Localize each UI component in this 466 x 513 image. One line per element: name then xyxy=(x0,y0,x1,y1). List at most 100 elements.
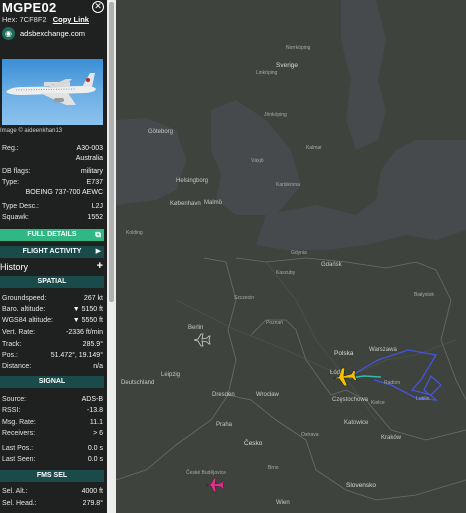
map-label: Warszawa xyxy=(369,347,397,353)
signal-key: Source: xyxy=(2,396,27,403)
chevron-right-icon: ▶ xyxy=(95,248,101,255)
aircraft-info-panel: MGPE02 ✕ Hex: 7CF8F2 Copy Link ◉ adsbexc… xyxy=(0,0,107,513)
info-row-type-name: BOEING 737-700 AEWC xyxy=(2,188,103,197)
info-row-dbflags: DB flags: military xyxy=(2,167,103,176)
map-label: Kraków xyxy=(381,435,402,441)
spatial-value: -2336 ft/min xyxy=(66,329,103,336)
close-icon[interactable]: ✕ xyxy=(92,1,104,13)
signal-value: -13.8 xyxy=(87,407,103,414)
signal-value: 11.1 xyxy=(89,419,103,426)
map-label: Kielce xyxy=(371,400,385,406)
info-row-reg: Reg.: A30-003 xyxy=(2,144,103,153)
map-label: Berlin xyxy=(188,325,204,331)
spatial-row: WGS84 altitude: ▼ 5550 ft xyxy=(2,316,103,325)
history-toggle[interactable]: History + xyxy=(0,260,104,273)
spatial-row: Track: 285.9° xyxy=(2,340,103,349)
info-key: Squawk: xyxy=(2,214,29,221)
signal-key: Last Seen: xyxy=(2,456,36,463)
spatial-key: Vert. Rate: xyxy=(2,329,36,336)
selected-aircraft-marker[interactable] xyxy=(331,366,357,388)
spatial-key: Pos.: xyxy=(2,352,18,359)
map-label: Malmö xyxy=(204,200,223,206)
spatial-row: Baro. altitude: ▼ 5150 ft xyxy=(2,305,103,314)
aircraft-photo[interactable] xyxy=(2,59,103,125)
fms-value: 279.8° xyxy=(82,500,103,507)
fms-value: 4000 ft xyxy=(81,488,103,495)
spatial-value: n/a xyxy=(93,363,103,370)
map-label: Göteborg xyxy=(148,129,174,135)
info-key: DB flags: xyxy=(2,168,31,175)
scrollbar-thumb[interactable] xyxy=(109,2,114,302)
plus-icon[interactable]: + xyxy=(97,260,103,272)
fms-row: Sel. Head.: 279.8° xyxy=(2,499,103,508)
map-label: Kalmar xyxy=(306,145,322,151)
map-canvas xyxy=(116,0,466,501)
fms-row: Sel. Alt.: 4000 ft xyxy=(2,487,103,496)
map-label: Częstochowa xyxy=(332,397,369,403)
ghost-aircraft-marker[interactable] xyxy=(192,332,212,348)
adsbexchange-text: adsbexchange.com xyxy=(20,28,86,38)
map-label: Česko xyxy=(244,440,263,447)
signal-key: Receivers: xyxy=(2,430,36,437)
spatial-value: 285.9° xyxy=(82,341,103,348)
map-view[interactable]: Sverige Göteborg Helsingborg København M… xyxy=(116,0,466,513)
signal-row: Last Pos.: 0.0 s xyxy=(2,444,103,453)
flight-activity-label: FLIGHT ACTIVITY xyxy=(22,248,82,255)
fms-key: Sel. Head.: xyxy=(2,500,37,507)
map-label: Lublin xyxy=(416,396,430,402)
info-value: military xyxy=(80,168,103,175)
spatial-row: Pos.: 51.472°, 19.149° xyxy=(2,351,103,360)
map-label: Karlskrona xyxy=(276,182,300,188)
map-label: København xyxy=(170,201,201,207)
map-label: Linköping xyxy=(256,70,278,76)
map-label: Wien xyxy=(276,500,290,506)
spatial-key: WGS84 altitude: xyxy=(2,317,53,324)
track-blue xyxy=(353,349,442,401)
spatial-value: 51.472°, 19.149° xyxy=(50,352,103,359)
map-label: Kaszuby xyxy=(276,270,296,276)
signal-row: Last Seen: 0.0 s xyxy=(2,455,103,464)
photo-credit: Image © aideenkhan13 xyxy=(0,128,63,134)
aircraft-callsign: MGPE02 xyxy=(2,0,57,15)
map-label: Helsingborg xyxy=(176,178,209,184)
map-label: Sverige xyxy=(276,62,299,69)
signal-row: Msg. Rate: 11.1 xyxy=(2,418,103,427)
map-label: Białystok xyxy=(414,292,435,298)
hex-row: Hex: 7CF8F2 Copy Link xyxy=(2,15,89,24)
copy-link-button[interactable]: Copy Link xyxy=(53,15,89,24)
map-label: Praha xyxy=(216,422,233,428)
section-header-spatial[interactable]: SPATIAL xyxy=(0,276,104,288)
info-value: E737 xyxy=(86,179,103,186)
info-key: Type: xyxy=(2,179,20,186)
full-details-button[interactable]: FULL DETAILS ⧉ xyxy=(0,229,104,241)
hex-value: 7CF8F2 xyxy=(19,15,47,24)
map-label: Jönköping xyxy=(264,112,287,118)
map-label: Gdańsk xyxy=(321,262,342,268)
signal-key: Last Pos.: xyxy=(2,445,34,452)
flight-activity-button[interactable]: FLIGHT ACTIVITY ▶ xyxy=(0,246,104,258)
history-label: History xyxy=(0,262,29,272)
other-aircraft-marker[interactable] xyxy=(204,476,226,494)
adsbexchange-link[interactable]: ◉ adsbexchange.com xyxy=(2,26,85,40)
map-label: Gdynia xyxy=(291,250,307,256)
section-header-fms[interactable]: FMS SEL xyxy=(0,470,104,482)
signal-value: > 6 xyxy=(93,430,103,437)
map-label: Radom xyxy=(384,380,401,386)
sidebar-scrollbar[interactable] xyxy=(107,0,116,513)
fms-key: Sel. Alt.: xyxy=(2,488,28,495)
info-value: Australia xyxy=(75,155,103,162)
spatial-key: Track: xyxy=(2,341,22,348)
signal-value: ADS-B xyxy=(81,396,103,403)
map-label: Poznań xyxy=(266,320,283,326)
signal-key: Msg. Rate: xyxy=(2,419,36,426)
spatial-value: 267 kt xyxy=(83,295,103,302)
info-value: BOEING 737-700 AEWC xyxy=(25,189,103,196)
spatial-row: Groundspeed: 267 kt xyxy=(2,294,103,303)
map-label: Katowice xyxy=(344,420,369,426)
spatial-key: Groundspeed: xyxy=(2,295,47,302)
external-link-icon: ⧉ xyxy=(95,230,101,239)
section-header-signal[interactable]: SIGNAL xyxy=(0,376,104,388)
spatial-value: ▼ 5150 ft xyxy=(72,306,103,313)
signal-row: RSSI: -13.8 xyxy=(2,406,103,415)
signal-value: 0.0 s xyxy=(87,456,103,463)
